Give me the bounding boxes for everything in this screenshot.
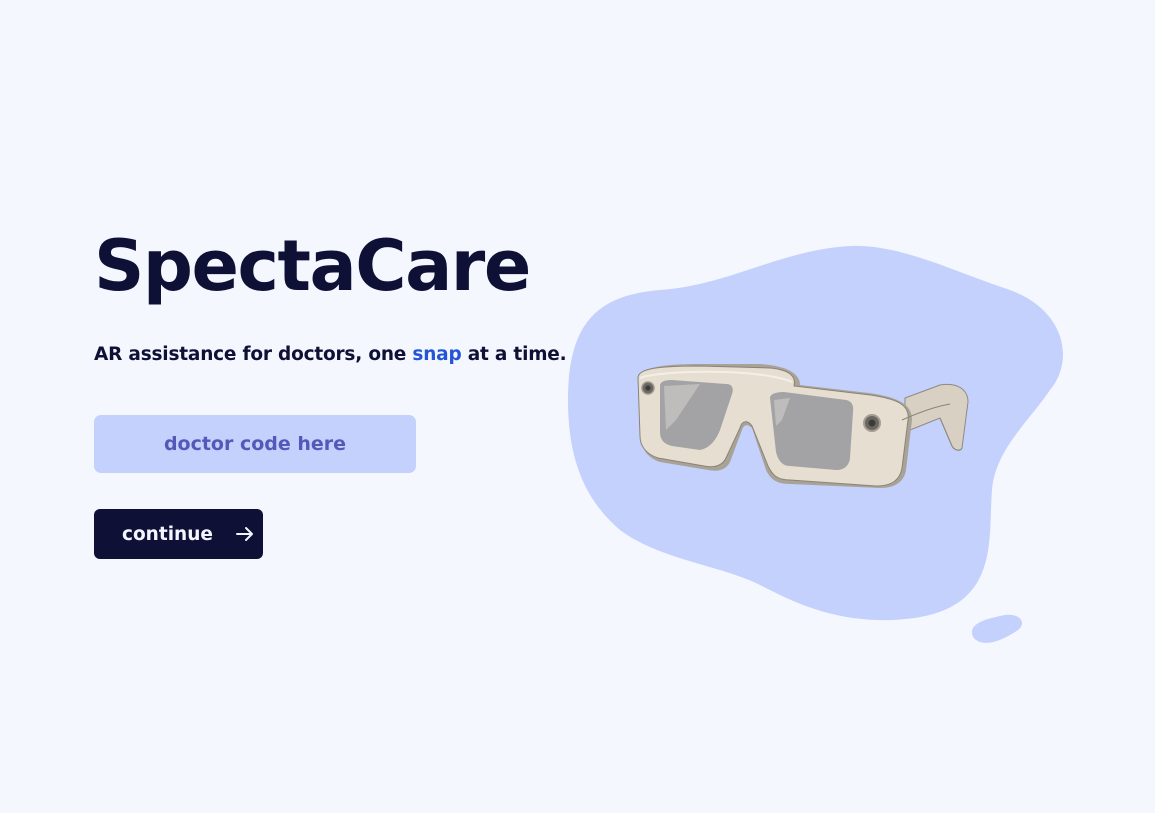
tagline-accent: snap (412, 344, 462, 365)
tagline-text-end: at a time. (461, 344, 567, 365)
login-panel: SpectaCare AR assistance for doctors, on… (94, 0, 567, 813)
tagline-text: AR assistance for doctors, one (94, 344, 413, 365)
tagline: AR assistance for doctors, one snap at a… (94, 343, 567, 367)
smart-glasses-icon (637, 364, 969, 488)
background-blob (568, 245, 1063, 621)
continue-label: continue (122, 523, 213, 545)
app-title: SpectaCare (94, 225, 531, 307)
arrow-right-icon (235, 526, 255, 542)
doctor-code-input[interactable] (94, 415, 416, 473)
continue-button[interactable]: continue (94, 509, 263, 559)
blob-droplet (972, 614, 1023, 643)
